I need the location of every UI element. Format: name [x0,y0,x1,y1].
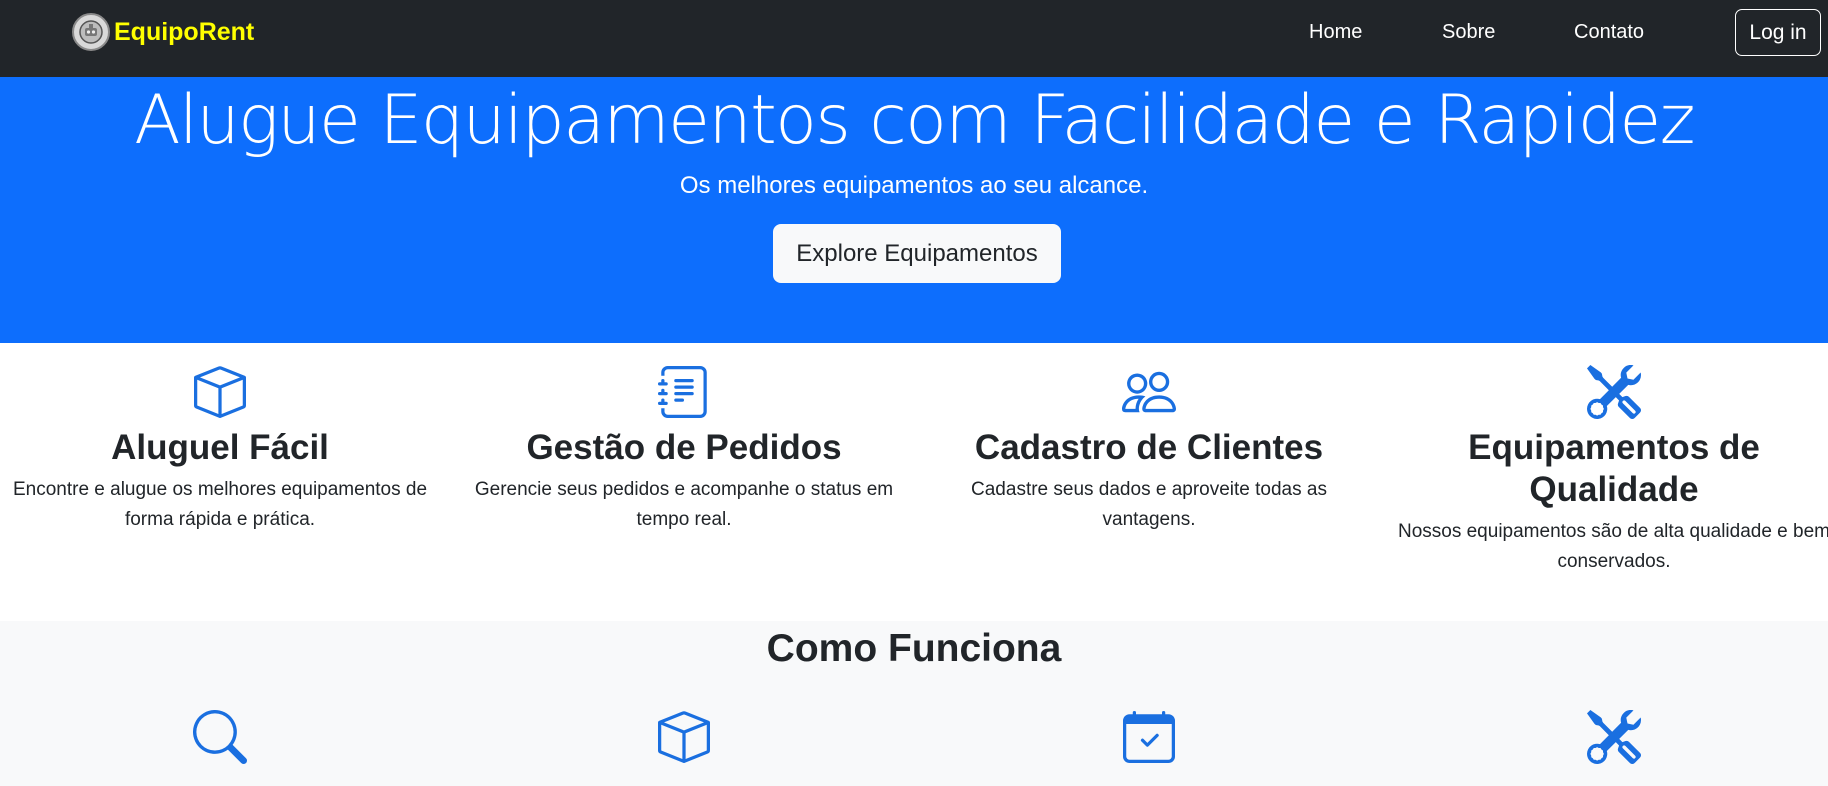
step-card [929,710,1369,764]
box-icon [194,366,246,418]
feature-title: Gestão de Pedidos [526,428,842,467]
feature-text: Nossos equipamentos são de alta qualidad… [1397,521,1828,572]
nav-link-sobre[interactable]: Sobre [1442,21,1495,44]
section-title: Como Funciona [766,627,1062,670]
box-icon [658,711,710,763]
feature-card: Aluguel Fácil Encontre e alugue os melho… [0,365,440,535]
hero-section: Alugue Equipamentos com Facilidade e Rap… [0,77,1828,343]
feature-card: Cadastro de Clientes Cadastre seus dados… [929,365,1369,535]
explore-equipment-button[interactable]: Explore Equipamentos [773,224,1061,283]
feature-title: Cadastro de Clientes [974,428,1324,467]
how-it-works-section: Como Funciona [0,621,1828,786]
feature-text: Cadastre seus dados e aproveite todas as… [971,479,1327,530]
feature-card: Gestão de Pedidos Gerencie seus pedidos … [464,365,904,535]
brand-name: EquipoRent [114,17,255,46]
step-card [1394,710,1828,764]
feature-title: Equipamentos de Qualidade [1468,428,1760,509]
people-icon [1122,371,1176,413]
features-section: Aluguel Fácil Encontre e alugue os melho… [0,343,1828,621]
tools-icon [1587,710,1641,764]
nav-link-home[interactable]: Home [1309,21,1362,44]
login-button[interactable]: Log in [1735,9,1821,56]
step-card [464,710,904,764]
feature-text: Encontre e alugue os melhores equipament… [12,479,428,530]
brand-logo-icon [72,13,110,51]
search-icon [193,710,247,764]
navbar: EquipoRent Home Sobre Contato Log in [0,0,1828,77]
step-card [0,710,440,764]
tools-icon [1587,365,1641,419]
feature-card: Equipamentos de Qualidade Nossos equipam… [1394,365,1828,577]
calendar-check-icon [1123,711,1175,763]
feature-text: Gerencie seus pedidos e acompanhe o stat… [474,479,894,530]
journal-list-icon [658,366,707,418]
brand-link[interactable]: EquipoRent [72,12,254,52]
hero-title: Alugue Equipamentos com Facilidade e Rap… [134,81,1695,160]
feature-title: Aluguel Fácil [111,428,329,467]
nav-link-contato[interactable]: Contato [1574,21,1644,44]
hero-subtitle: Os melhores equipamentos ao seu alcance. [679,172,1149,199]
